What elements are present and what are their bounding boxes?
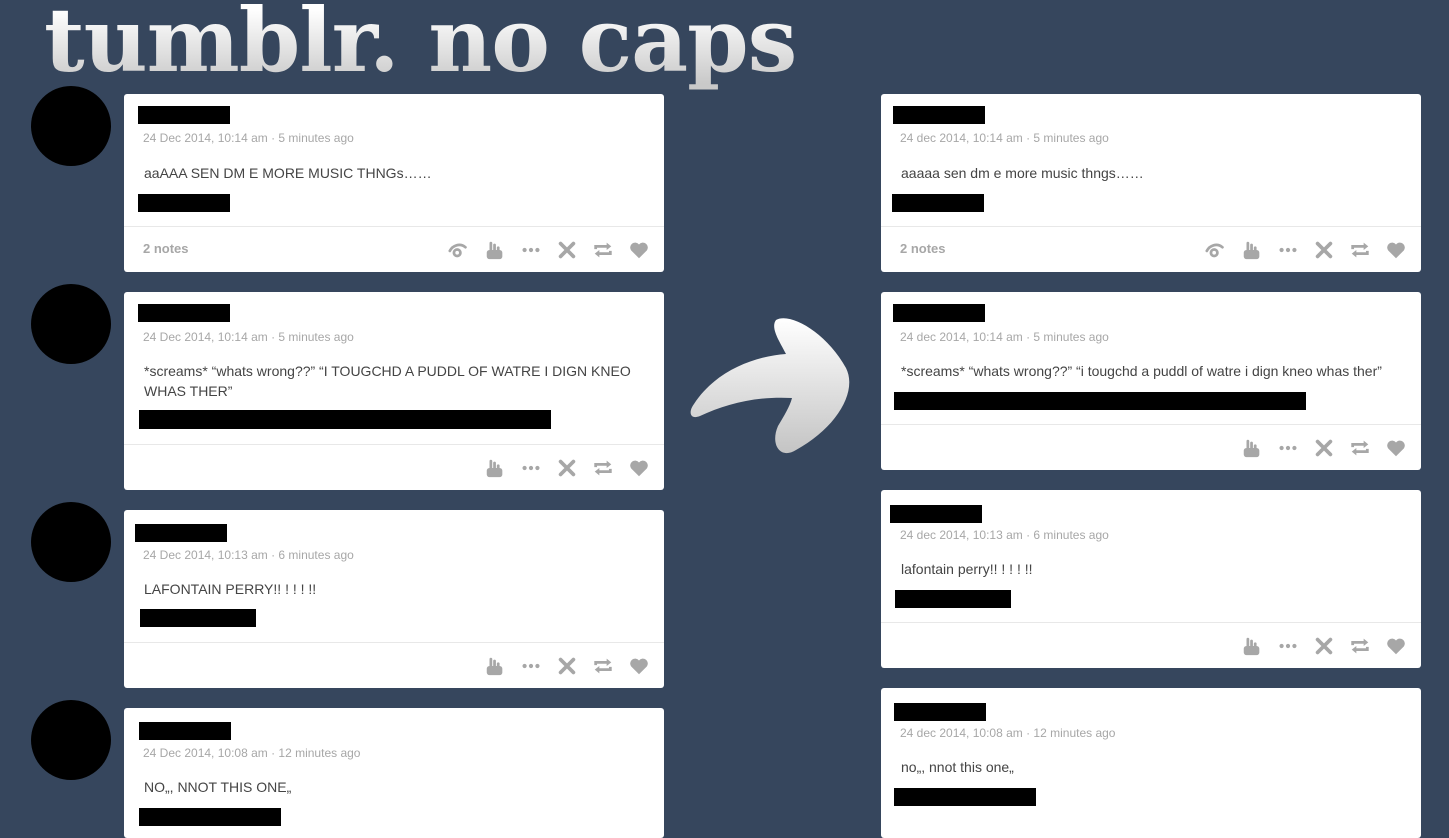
right-post-3: 24 dec 2014, 10:13 am · 6 minutes ago la… <box>881 490 1421 668</box>
notes-count[interactable]: 2 notes <box>900 241 946 256</box>
reblog-icon[interactable] <box>1349 635 1371 657</box>
post-text: no„, nnot this one„ <box>901 759 1014 775</box>
meme-title: tumblr. no caps <box>44 0 797 94</box>
left-post-2: 24 Dec 2014, 10:14 am · 5 minutes ago *s… <box>124 292 664 490</box>
delete-x-icon[interactable] <box>1313 239 1335 261</box>
post-footer: 2 notes <box>881 226 1421 272</box>
redacted-username <box>139 722 231 740</box>
right-post-2: 24 dec 2014, 10:14 am · 5 minutes ago *s… <box>881 292 1421 470</box>
eye-icon[interactable] <box>448 239 470 261</box>
notes-count[interactable]: 2 notes <box>143 241 189 256</box>
post-timestamp[interactable]: 24 dec 2014, 10:14 am · 5 minutes ago <box>900 131 1109 145</box>
post-text: LAFONTAIN PERRY!! ! ! ! !! <box>144 581 317 597</box>
delete-x-icon[interactable] <box>556 457 578 479</box>
more-dots-icon[interactable] <box>520 239 542 261</box>
post-text: *screams* “whats wrong??” “I TOUGCHD A P… <box>144 363 631 399</box>
redacted-username <box>893 106 985 124</box>
post-actions <box>448 239 650 261</box>
redacted-tags <box>139 808 281 826</box>
reblog-icon[interactable] <box>592 655 614 677</box>
hand-icon[interactable] <box>1241 635 1263 657</box>
redacted-username <box>138 106 230 124</box>
more-dots-icon[interactable] <box>1277 239 1299 261</box>
reblog-icon[interactable] <box>592 239 614 261</box>
post-timestamp[interactable]: 24 Dec 2014, 10:13 am · 6 minutes ago <box>143 548 354 562</box>
avatar[interactable] <box>31 700 111 780</box>
post-actions <box>484 457 650 479</box>
post-timestamp[interactable]: 24 dec 2014, 10:14 am · 5 minutes ago <box>900 330 1109 344</box>
right-post-4: 24 dec 2014, 10:08 am · 12 minutes ago n… <box>881 688 1421 838</box>
redacted-tags <box>892 194 984 212</box>
hand-icon[interactable] <box>484 457 506 479</box>
redacted-username <box>890 505 982 523</box>
post-actions <box>484 655 650 677</box>
left-post-3: 24 Dec 2014, 10:13 am · 6 minutes ago LA… <box>124 510 664 688</box>
delete-x-icon[interactable] <box>1313 437 1335 459</box>
heart-icon[interactable] <box>1385 437 1407 459</box>
post-timestamp[interactable]: 24 Dec 2014, 10:08 am · 12 minutes ago <box>143 746 360 760</box>
post-timestamp[interactable]: 24 dec 2014, 10:13 am · 6 minutes ago <box>900 528 1109 542</box>
left-post-4: 24 Dec 2014, 10:08 am · 12 minutes ago N… <box>124 708 664 838</box>
more-dots-icon[interactable] <box>1277 437 1299 459</box>
delete-x-icon[interactable] <box>556 239 578 261</box>
reblog-icon[interactable] <box>1349 437 1371 459</box>
heart-icon[interactable] <box>628 457 650 479</box>
post-text: lafontain perry!! ! ! ! !! <box>901 561 1033 577</box>
redacted-tags <box>138 194 230 212</box>
post-footer: 2 notes <box>124 226 664 272</box>
delete-x-icon[interactable] <box>556 655 578 677</box>
heart-icon[interactable] <box>628 239 650 261</box>
heart-icon[interactable] <box>628 655 650 677</box>
reblog-icon[interactable] <box>592 457 614 479</box>
reblog-icon[interactable] <box>1349 239 1371 261</box>
eye-icon[interactable] <box>1205 239 1227 261</box>
more-dots-icon[interactable] <box>520 457 542 479</box>
redacted-tags <box>139 410 551 429</box>
post-footer <box>124 444 664 490</box>
redacted-tags <box>895 590 1011 608</box>
post-text: NO„, NNOT THIS ONE„ <box>144 779 292 795</box>
right-post-1: 24 dec 2014, 10:14 am · 5 minutes ago aa… <box>881 94 1421 272</box>
hand-icon[interactable] <box>484 655 506 677</box>
post-text: aaaaa sen dm e more music thngs…… <box>901 165 1144 181</box>
post-text: aaAAA SEN DM E MORE MUSIC THNGs…… <box>144 165 432 181</box>
redacted-tags <box>140 609 256 627</box>
more-dots-icon[interactable] <box>1277 635 1299 657</box>
avatar[interactable] <box>31 502 111 582</box>
post-actions <box>1205 239 1407 261</box>
more-dots-icon[interactable] <box>520 655 542 677</box>
delete-x-icon[interactable] <box>1313 635 1335 657</box>
avatar[interactable] <box>31 86 111 166</box>
post-timestamp[interactable]: 24 Dec 2014, 10:14 am · 5 minutes ago <box>143 330 354 344</box>
curved-arrow-icon <box>690 318 850 454</box>
post-footer <box>881 622 1421 668</box>
hand-icon[interactable] <box>1241 437 1263 459</box>
redacted-username <box>893 304 985 322</box>
hand-icon[interactable] <box>484 239 506 261</box>
redacted-tags <box>894 788 1036 806</box>
post-footer <box>881 424 1421 470</box>
avatar[interactable] <box>31 284 111 364</box>
post-timestamp[interactable]: 24 dec 2014, 10:08 am · 12 minutes ago <box>900 726 1115 740</box>
redacted-username <box>894 703 986 721</box>
post-timestamp[interactable]: 24 Dec 2014, 10:14 am · 5 minutes ago <box>143 131 354 145</box>
post-actions <box>1241 635 1407 657</box>
redacted-tags <box>894 392 1306 410</box>
hand-icon[interactable] <box>1241 239 1263 261</box>
heart-icon[interactable] <box>1385 239 1407 261</box>
redacted-username <box>135 524 227 542</box>
left-post-1: 24 Dec 2014, 10:14 am · 5 minutes ago aa… <box>124 94 664 272</box>
post-footer <box>124 642 664 688</box>
post-actions <box>1241 437 1407 459</box>
heart-icon[interactable] <box>1385 635 1407 657</box>
redacted-username <box>138 304 230 322</box>
post-text: *screams* “whats wrong??” “i tougchd a p… <box>901 363 1382 379</box>
